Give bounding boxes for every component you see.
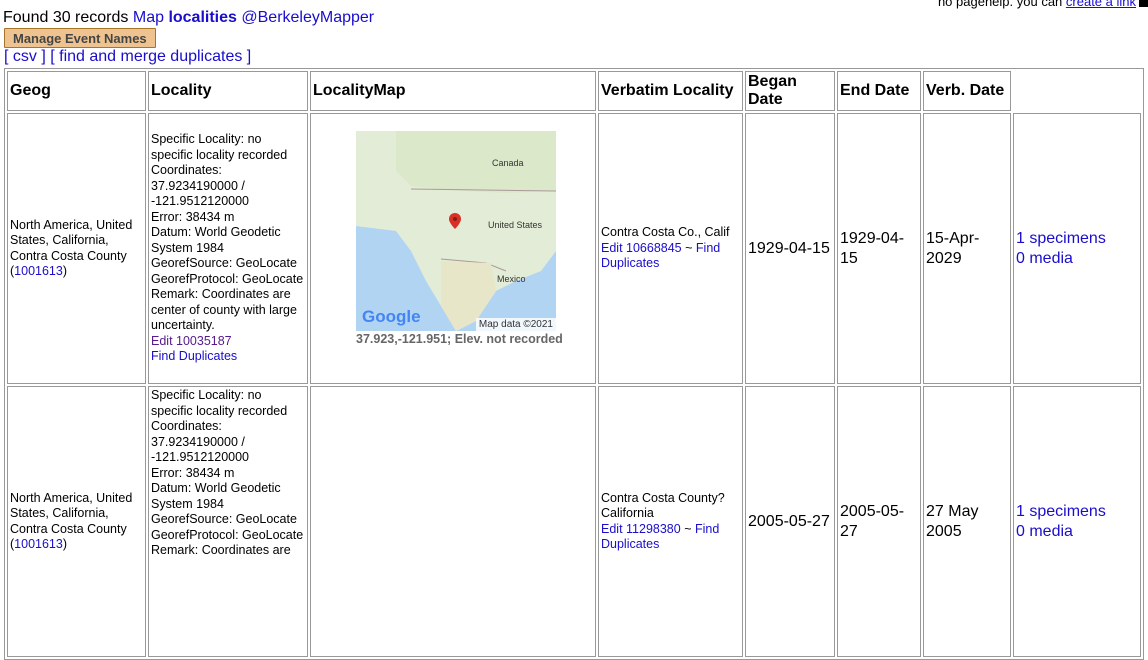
results-summary: Found 30 records Map localities @Berkele… (3, 9, 374, 27)
table-header-row: Geog Locality LocalityMap Verbatim Local… (7, 71, 1141, 111)
localities-link[interactable]: localities (168, 9, 236, 26)
edit-event-link[interactable]: Edit 11298380 (601, 522, 681, 536)
column-header-verb-date[interactable]: Verb. Date (923, 71, 1011, 111)
google-logo: Google (362, 307, 421, 326)
map-data-attribution: Map data ©2021 (475, 318, 556, 331)
locality-map-cell (310, 386, 596, 657)
media-link[interactable]: 0 media (1016, 523, 1073, 540)
find-duplicates-link[interactable]: Find Duplicates (151, 349, 237, 363)
locality-line: Error: 38434 m (151, 465, 235, 480)
column-header-localitymap[interactable]: LocalityMap (310, 71, 596, 111)
locality-line: Error: 38434 m (151, 209, 235, 224)
locality-line: GeorefProtocol: GeoLocate (151, 271, 304, 286)
geog-text: North America, United States, California… (10, 490, 133, 536)
locality-line: Specific Locality: no specific locality … (151, 132, 288, 162)
table-row: North America, United States, California… (7, 386, 1141, 657)
verb-date-cell: 27 May 2005 (923, 386, 1011, 657)
map-label-united-states: United States (488, 220, 543, 230)
create-link[interactable]: create a link (1066, 0, 1136, 9)
locality-line: Coordinates: 37.9234190000 / -121.951212… (151, 419, 250, 464)
pagehelp-text: no pagehelp. you can (937, 0, 1063, 9)
results-table: Geog Locality LocalityMap Verbatim Local… (4, 68, 1144, 660)
column-header-verbatim-locality[interactable]: Verbatim Locality (598, 71, 743, 111)
locality-line: Remark: Coordinates are center of county… (151, 287, 297, 333)
locality-cell: Specific Locality: no specific locality … (148, 386, 308, 657)
column-header-locality[interactable]: Locality (148, 71, 308, 111)
began-date-cell: 1929-04-15 (745, 113, 835, 384)
locality-cell: Specific Locality: no specific locality … (148, 113, 308, 384)
column-header-began-date[interactable]: Began Date (745, 71, 835, 111)
geog-text: North America, United States, California… (10, 217, 133, 263)
verbatim-locality-text: Contra Costa Co., Calif (601, 225, 730, 240)
verbatim-locality-text: Contra Costa County? California (601, 490, 725, 521)
geog-id-link[interactable]: 1001613 (14, 264, 63, 278)
tilde-separator: ~ (684, 521, 692, 536)
specimens-link[interactable]: 1 specimens (1016, 503, 1106, 520)
map-pin-icon[interactable] (449, 213, 461, 229)
geog-cell: North America, United States, California… (7, 386, 146, 657)
counts-cell: 1 specimens 0 media (1013, 386, 1141, 657)
tilde-separator: ~ (685, 240, 693, 255)
end-date-cell: 1929-04-15 (837, 113, 921, 384)
found-count: Found 30 records (3, 9, 129, 26)
media-link[interactable]: 0 media (1016, 250, 1073, 267)
table-row: North America, United States, California… (7, 113, 1141, 384)
locality-line: GeorefSource: GeoLocate (151, 256, 297, 271)
began-date-cell: 2005-05-27 (745, 386, 835, 657)
column-header-geog[interactable]: Geog (7, 71, 146, 111)
edit-locality-link[interactable]: Edit 10035187 (151, 334, 232, 348)
geog-cell: North America, United States, California… (7, 113, 146, 384)
locality-map-cell: Canada United States Mexico Google Map d… (310, 113, 596, 384)
map-label-canada: Canada (492, 158, 524, 168)
map-caption: 37.923,-121.951; Elev. not recorded (356, 332, 563, 346)
end-date-cell: 2005-05-27 (837, 386, 921, 657)
verbatim-locality-cell: Contra Costa County? California Edit 112… (598, 386, 743, 657)
counts-cell: 1 specimens 0 media (1013, 113, 1141, 384)
verbatim-locality-cell: Contra Costa Co., Calif Edit 10668845 ~ … (598, 113, 743, 384)
external-link-icon (1139, 0, 1148, 8)
locality-line: Remark: Coordinates are (151, 543, 291, 557)
map-land-svg (356, 131, 556, 331)
locality-line: Specific Locality: no specific locality … (151, 388, 288, 418)
csv-link[interactable]: [ csv ] (4, 48, 46, 65)
berkeleymapper-link[interactable]: @BerkeleyMapper (241, 9, 374, 26)
pagehelp: no pagehelp. you can create a link (938, 0, 1148, 9)
locality-line: Datum: World Geodetic System 1984 (151, 481, 281, 511)
manage-event-names-button[interactable]: Manage Event Names (4, 28, 156, 48)
specimens-link[interactable]: 1 specimens (1016, 230, 1106, 247)
find-merge-duplicates-link[interactable]: [ find and merge duplicates ] (50, 48, 251, 65)
locality-line: Datum: World Geodetic System 1984 (151, 225, 281, 255)
column-header-end-date[interactable]: End Date (837, 71, 921, 111)
column-header-empty (1013, 71, 1141, 111)
verb-date-cell: 15-Apr-2029 (923, 113, 1011, 384)
locality-line: GeorefSource: GeoLocate (151, 512, 297, 526)
map-label-mexico: Mexico (497, 274, 526, 284)
map-land-canada (396, 131, 556, 193)
geog-id-link[interactable]: 1001613 (14, 537, 63, 551)
edit-event-link[interactable]: Edit 10668845 (601, 241, 682, 255)
map-link[interactable]: Map (133, 9, 164, 26)
locality-line: GeorefProtocol: GeoLocate (151, 527, 304, 542)
locality-map[interactable]: Canada United States Mexico Google Map d… (356, 131, 556, 331)
export-links: [ csv ] [ find and merge duplicates ] (4, 48, 251, 66)
locality-line: Coordinates: 37.9234190000 / -121.951212… (151, 163, 250, 209)
